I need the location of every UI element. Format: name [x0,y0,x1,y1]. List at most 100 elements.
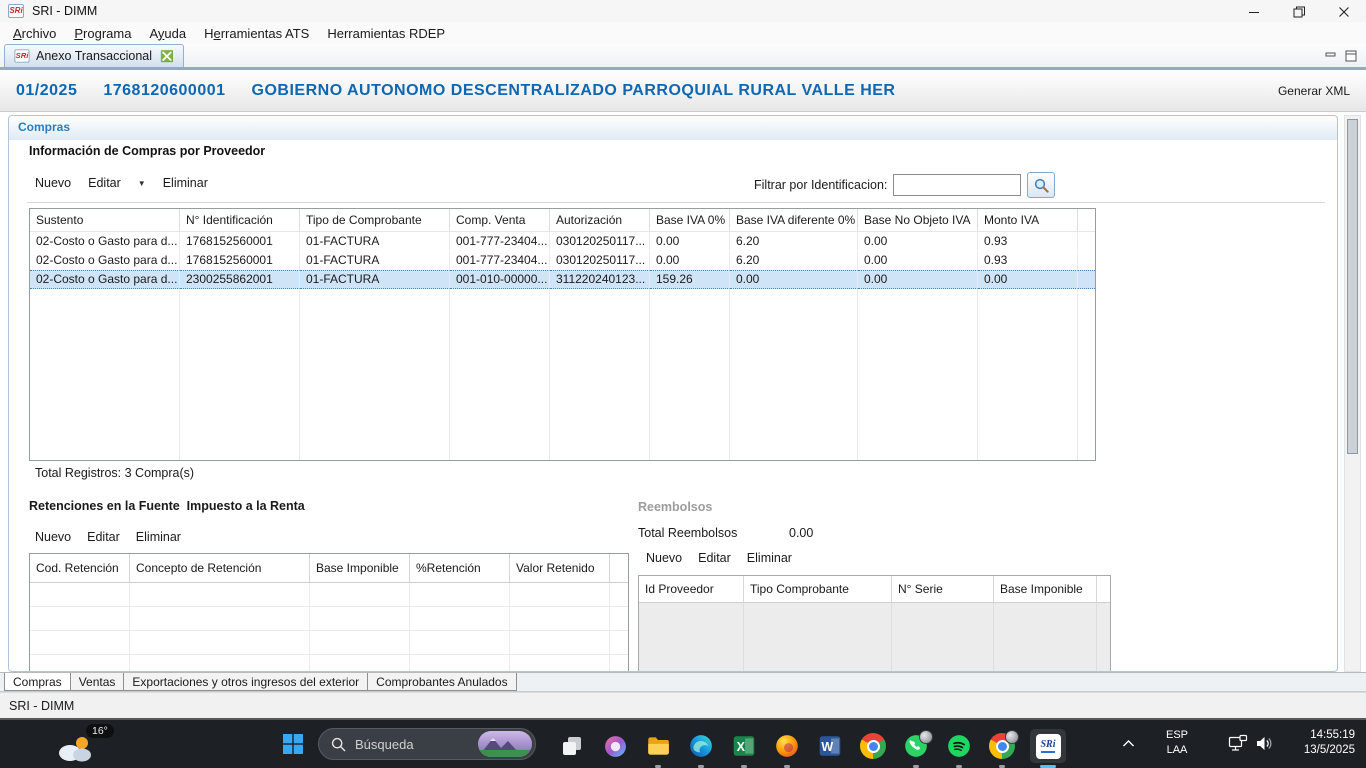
tab-comprobantes-anulados[interactable]: Comprobantes Anulados [367,673,516,691]
column-header[interactable]: Tipo de Comprobante [300,209,450,232]
restore-icon [1293,6,1305,18]
total-reembolsos-value: 0.00 [789,526,813,540]
column-header[interactable]: Cod. Retención [30,554,130,583]
table-cell: 2300255862001 [180,270,300,289]
table-row[interactable]: 02-Costo o Gasto para d... 1768152560001… [30,251,1095,270]
menu-item-herramientas-rdep[interactable]: Herramientas RDEP [318,26,454,41]
restore-button[interactable] [1276,0,1321,24]
filter-search-button[interactable] [1027,172,1055,198]
column-header[interactable]: %Retención [410,554,510,583]
minimize-button[interactable] [1231,0,1276,24]
tab-anexo-transaccional[interactable]: SRi Anexo Transaccional ❎ [4,44,184,67]
empty-row [30,631,628,655]
taskbar-app-excel[interactable]: X [726,729,762,763]
editar-button[interactable]: Editar [88,176,121,190]
menu-item-herramientas-ats[interactable]: Herramientas ATS [195,26,318,41]
column-header[interactable]: Valor Retenido [510,554,610,583]
reembolsos-editar-button[interactable]: Editar [698,551,731,565]
status-bar: SRI - DIMM [0,692,1366,720]
table-cell [1078,270,1095,289]
menu-item-ayuda[interactable]: Ayuda [140,26,195,41]
search-highlight-image[interactable] [478,731,532,757]
volume-button[interactable] [1255,735,1274,755]
chevron-down-icon[interactable]: ▼ [138,179,146,188]
search-placeholder: Búsqueda [355,737,469,752]
generar-xml-button[interactable]: Generar XML [1278,84,1350,98]
table-header-row: Id Proveedor Tipo Comprobante N° Serie B… [639,576,1110,603]
table-cell: 001-010-00000... [450,270,550,289]
tab-exportaciones[interactable]: Exportaciones y otros ingresos del exter… [123,673,368,691]
retenciones-eliminar-button[interactable]: Eliminar [136,530,181,544]
taskbar-search[interactable]: Búsqueda [318,728,536,760]
filter-input[interactable] [893,174,1021,196]
column-header[interactable]: Tipo Comprobante [744,576,892,603]
column-header[interactable]: N° Serie [892,576,994,603]
document-header: 01/2025 1768120600001 GOBIERNO AUTONOMO … [0,70,1366,112]
taskbar-app-whatsapp[interactable] [898,729,934,763]
view-maximize-icon [1345,50,1358,62]
taskbar-app-chrome[interactable] [855,729,891,763]
reembolsos-eliminar-button[interactable]: Eliminar [747,551,792,565]
taskbar-app-edge[interactable] [683,729,719,763]
disabled-table-body [639,603,1110,672]
content-vertical-scrollbar[interactable] [1344,115,1361,672]
taskbar-app-sri-dimm[interactable]: SRi [1030,729,1066,763]
table-header-row: Cod. Retención Concepto de Retención Bas… [30,554,628,583]
reembolsos-nuevo-button[interactable]: Nuevo [646,551,682,565]
menu-item-programa[interactable]: Programa [65,26,140,41]
compras-table: Sustento N° Identificación Tipo de Compr… [29,208,1096,461]
tab-ventas[interactable]: Ventas [70,673,125,691]
close-button[interactable] [1321,0,1366,24]
clock[interactable]: 14:55:19 13/5/2025 [1283,728,1355,758]
taskbar-app-spotify[interactable] [941,729,977,763]
language-indicator[interactable]: ESP LAA [1156,728,1198,758]
notification-badge [919,730,933,744]
table-cell: 0.00 [858,270,978,289]
scrollbar-thumb[interactable] [1347,119,1358,454]
tab-compras[interactable]: Compras [4,673,71,691]
table-row-selected[interactable]: 02-Costo o Gasto para d... 2300255862001… [30,270,1095,289]
taskbar-app-firefox[interactable] [769,729,805,763]
nuevo-button[interactable]: Nuevo [35,176,71,190]
start-button[interactable] [281,732,305,756]
column-header[interactable]: Monto IVA [978,209,1078,232]
language-code: ESP [1156,728,1198,743]
table-cell: 01-FACTURA [300,270,450,289]
table-cell: 02-Costo o Gasto para d... [30,270,180,289]
column-header[interactable]: Concepto de Retención [130,554,310,583]
table-cell: 0.00 [650,251,730,270]
title-bar: SRi SRI - DIMM [0,0,1366,22]
table-cell: 001-777-23404... [450,232,550,251]
column-header[interactable]: Base Imponible [994,576,1097,603]
taskbar-app-file-explorer[interactable] [640,729,676,763]
tab-close-icon[interactable]: ❎ [160,50,174,63]
column-header[interactable]: Autorización [550,209,650,232]
column-header[interactable]: Sustento [30,209,180,232]
column-header[interactable]: Base IVA diferente 0% [730,209,858,232]
menu-item-archivo[interactable]: Archivo [4,26,65,41]
weather-widget[interactable]: 16° [56,722,126,766]
retenciones-editar-button[interactable]: Editar [87,530,120,544]
taskbar-app-chrome-profile[interactable] [984,729,1020,763]
file-explorer-icon [645,733,671,759]
taskbar-app-copilot[interactable] [597,729,633,763]
retenciones-title: Retenciones en la Fuente Impuesto a la R… [29,499,305,513]
taskbar-app-word[interactable]: W [812,729,848,763]
column-header[interactable]: Base IVA 0% [650,209,730,232]
table-cell: 1768152560001 [180,251,300,270]
view-minimize-button[interactable] [1325,50,1338,62]
reembolsos-table: Id Proveedor Tipo Comprobante N° Serie B… [638,575,1111,672]
column-header[interactable]: Base Imponible [310,554,410,583]
taskbar-app-task-view[interactable] [554,729,590,763]
network-button[interactable] [1228,734,1248,756]
view-maximize-button[interactable] [1345,50,1358,62]
search-icon [331,737,346,752]
column-header[interactable]: Id Proveedor [639,576,744,603]
column-header[interactable]: Base No Objeto IVA [858,209,978,232]
eliminar-button[interactable]: Eliminar [163,176,208,190]
retenciones-nuevo-button[interactable]: Nuevo [35,530,71,544]
column-header[interactable]: Comp. Venta [450,209,550,232]
table-row[interactable]: 02-Costo o Gasto para d... 1768152560001… [30,232,1095,251]
tray-expand-button[interactable] [1122,737,1135,751]
column-header[interactable]: N° Identificación [180,209,300,232]
